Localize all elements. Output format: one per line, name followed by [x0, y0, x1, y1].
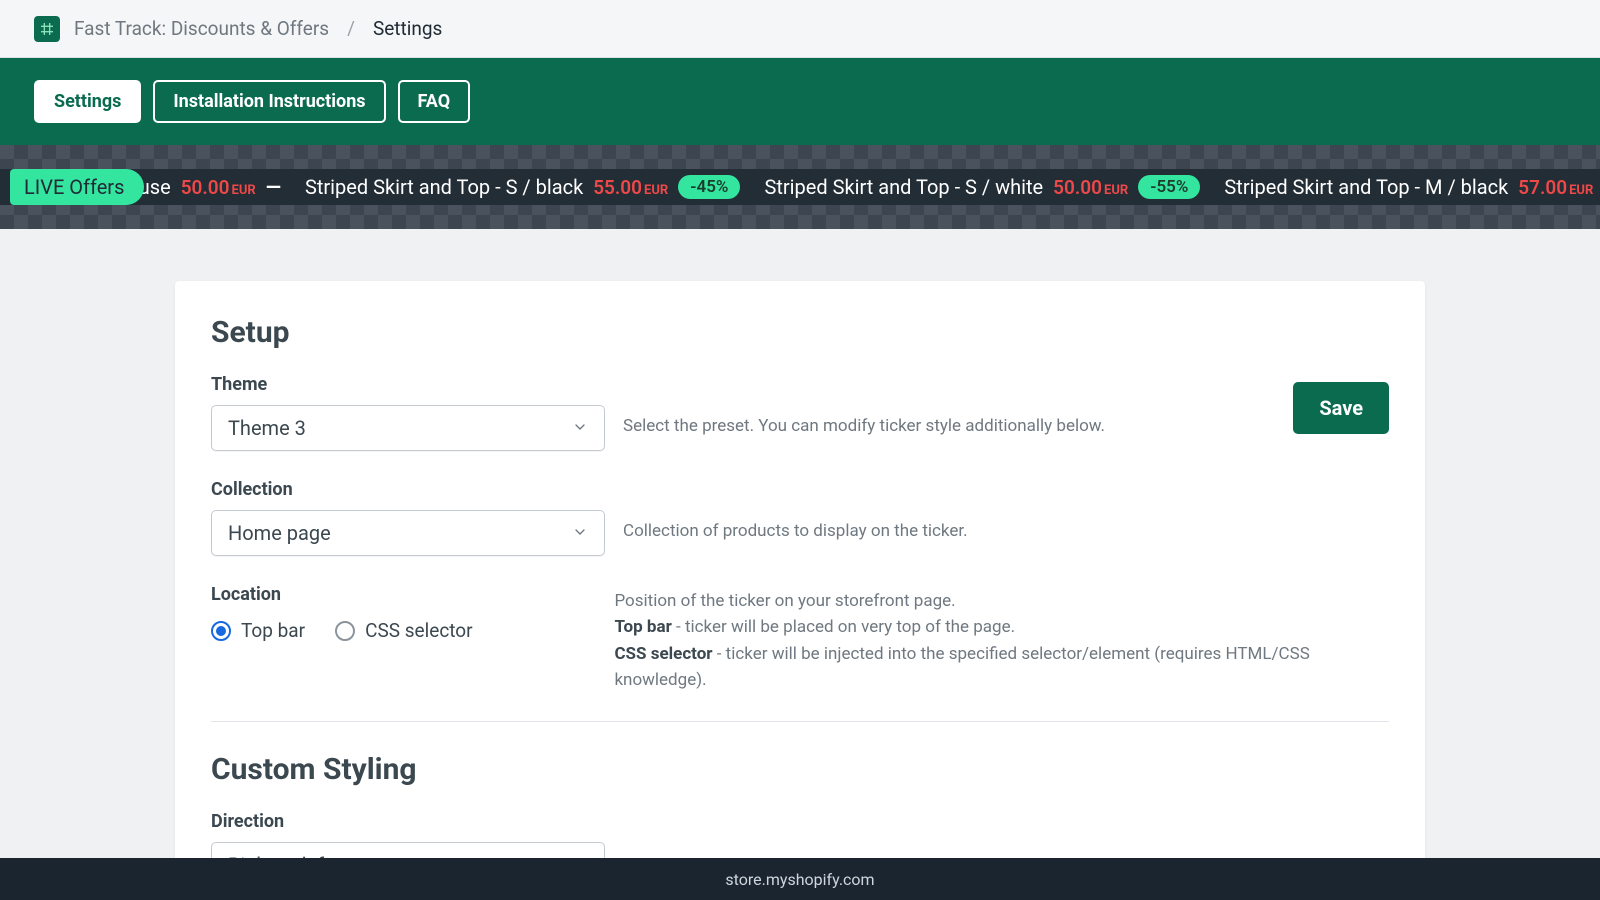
direction-label: Direction — [211, 811, 605, 832]
radio-label: CSS selector — [365, 619, 472, 642]
ticker-item-price: 55.00EUR — [593, 176, 668, 199]
live-offers-badge: LIVE Offers — [10, 169, 144, 205]
location-row: Location Top bar CSS selector Position o… — [211, 584, 1389, 693]
location-helper-topbar: Top bar - ticker will be placed on very … — [614, 614, 1389, 640]
breadcrumb-app[interactable]: Fast Track: Discounts & Offers — [74, 17, 329, 40]
breadcrumb-page: Settings — [373, 17, 442, 40]
theme-row: Theme Theme 3 Select the preset. You can… — [211, 374, 1389, 451]
ticker-item-price: 57.00EUR — [1518, 176, 1593, 199]
ticker-track: Blouse 50.00EUR — Striped Skirt and Top … — [110, 175, 1600, 199]
ticker-preview: LIVE Offers Blouse 50.00EUR — Striped Sk… — [0, 145, 1600, 229]
chevron-down-icon — [572, 521, 588, 545]
app-logo — [34, 16, 60, 42]
location-label: Location — [211, 584, 596, 605]
ticker-item-name: Striped Skirt and Top - S / black — [305, 175, 583, 199]
content-area: Setup Theme Theme 3 Select the preset. Y… — [0, 229, 1600, 900]
ticker-separator: — — [266, 175, 281, 199]
section-divider — [211, 721, 1389, 722]
ticker-item-pct: -55% — [1138, 175, 1200, 199]
collection-row: Collection Home page Collection of produ… — [211, 479, 1389, 556]
ticker-item-pct: -45% — [678, 175, 740, 199]
collection-helper: Collection of products to display on the… — [623, 518, 968, 544]
tab-settings[interactable]: Settings — [34, 80, 141, 123]
location-helper: Position of the ticker on your storefron… — [614, 588, 1389, 693]
footer-domain: store.myshopify.com — [725, 870, 874, 889]
theme-label: Theme — [211, 374, 605, 395]
radio-icon — [335, 621, 355, 641]
collection-label: Collection — [211, 479, 605, 500]
collection-select-value: Home page — [228, 521, 331, 545]
ticker-item-price: 50.00EUR — [1053, 176, 1128, 199]
ticker-bar: Blouse 50.00EUR — Striped Skirt and Top … — [0, 169, 1600, 205]
chevron-down-icon — [572, 416, 588, 440]
footer-bar: store.myshopify.com — [0, 858, 1600, 900]
tab-install[interactable]: Installation Instructions — [153, 80, 385, 123]
styling-heading: Custom Styling — [211, 752, 1389, 787]
breadcrumb-bar: Fast Track: Discounts & Offers / Setting… — [0, 0, 1600, 58]
setup-heading: Setup — [211, 315, 1389, 350]
location-radio-group: Top bar CSS selector — [211, 619, 596, 642]
ticker-item-name: Striped Skirt and Top - M / black — [1224, 175, 1508, 199]
ticker-item-price: 50.00EUR — [181, 176, 256, 199]
location-helper-intro: Position of the ticker on your storefron… — [614, 588, 1389, 614]
theme-select-value: Theme 3 — [228, 416, 306, 440]
tab-faq[interactable]: FAQ — [398, 80, 471, 123]
radio-label: Top bar — [241, 619, 305, 642]
theme-select[interactable]: Theme 3 — [211, 405, 605, 451]
ticker-item: Striped Skirt and Top - M / black 57.00E… — [1224, 175, 1600, 199]
theme-helper: Select the preset. You can modify ticker… — [623, 413, 1105, 439]
location-helper-css: CSS selector - ticker will be injected i… — [614, 641, 1389, 694]
radio-icon — [211, 621, 231, 641]
location-radio-css[interactable]: CSS selector — [335, 619, 472, 642]
settings-card: Setup Theme Theme 3 Select the preset. Y… — [175, 281, 1425, 900]
primary-tabbar: Settings Installation Instructions FAQ — [0, 58, 1600, 145]
ticker-item: Striped Skirt and Top - S / white 50.00E… — [764, 175, 1200, 199]
ticker-item: Striped Skirt and Top - S / black 55.00E… — [305, 175, 740, 199]
breadcrumb-separator: / — [347, 17, 355, 40]
save-button[interactable]: Save — [1293, 382, 1389, 434]
ticker-item-name: Striped Skirt and Top - S / white — [764, 175, 1043, 199]
location-radio-topbar[interactable]: Top bar — [211, 619, 305, 642]
collection-select[interactable]: Home page — [211, 510, 605, 556]
